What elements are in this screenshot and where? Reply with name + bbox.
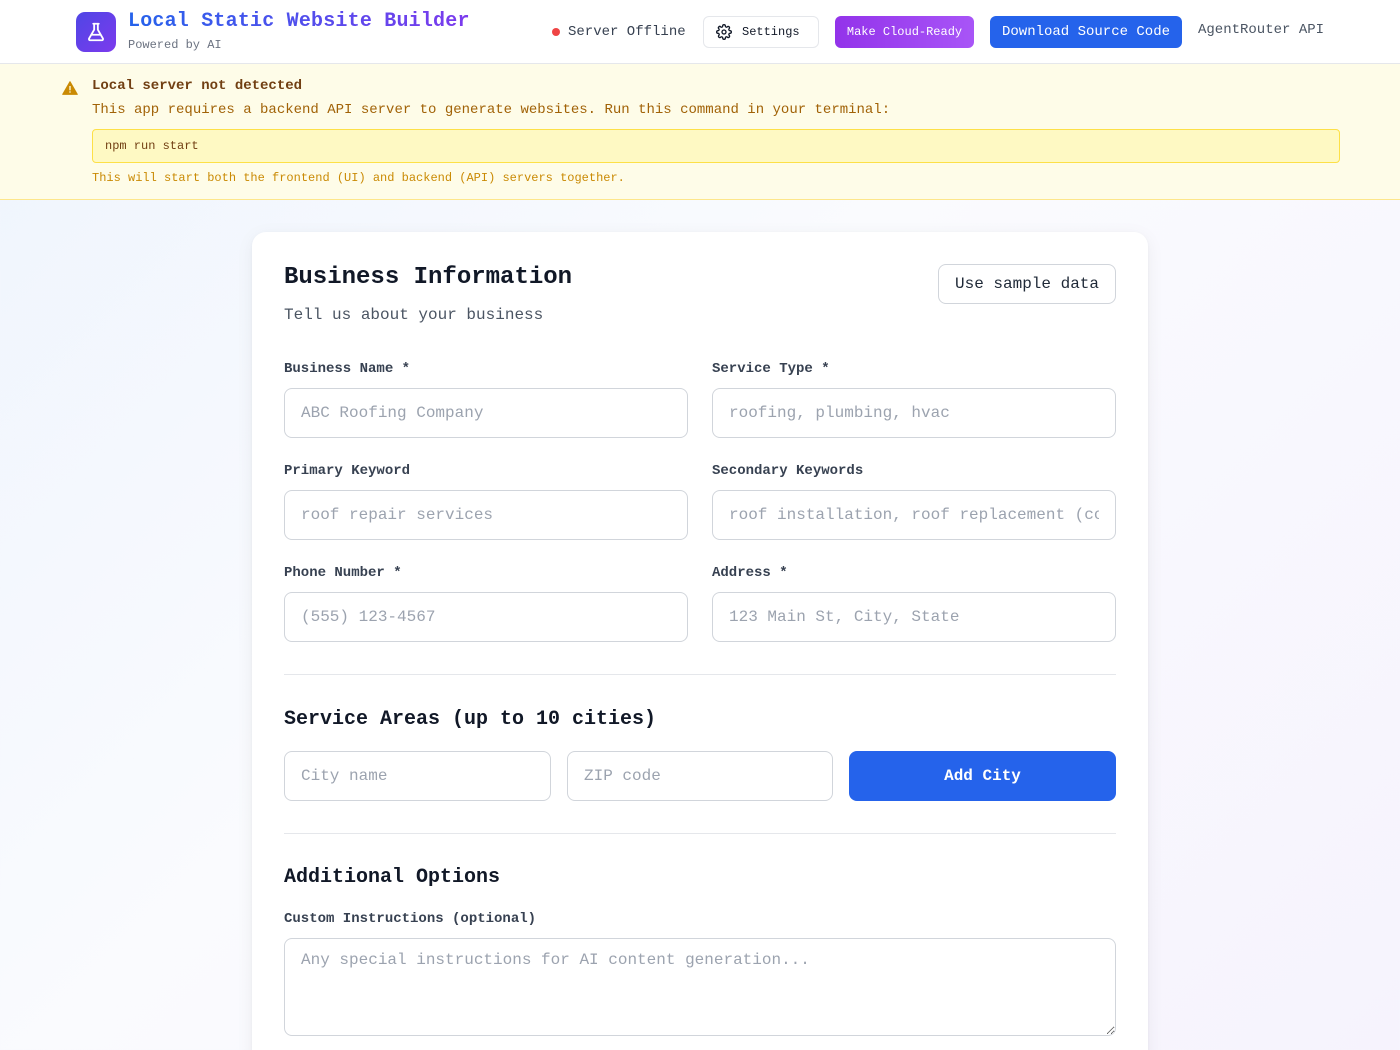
- secondary-keywords-label: Secondary Keywords: [712, 463, 864, 479]
- add-city-button[interactable]: Add City: [849, 751, 1116, 801]
- command-code-box[interactable]: npm run start: [92, 129, 1340, 163]
- app-logo: [76, 12, 116, 52]
- section-divider: [284, 674, 1116, 675]
- business-info-card: Business Information Tell us about your …: [252, 232, 1148, 1050]
- banner-message: This app requires a backend API server t…: [92, 102, 891, 118]
- secondary-keywords-input[interactable]: [712, 490, 1116, 540]
- custom-instructions-label: Custom Instructions (optional): [284, 911, 537, 927]
- download-source-button[interactable]: Download Source Code: [990, 16, 1182, 48]
- phone-number-input[interactable]: [284, 592, 688, 642]
- service-type-label: Service Type *: [712, 361, 830, 377]
- card-subtitle: Tell us about your business: [284, 306, 544, 324]
- address-label: Address *: [712, 565, 788, 581]
- settings-button[interactable]: Settings: [703, 16, 819, 48]
- additional-options-title: Additional Options: [284, 866, 501, 889]
- section-divider: [284, 833, 1116, 834]
- server-warning-banner: Local server not detected This app requi…: [0, 64, 1400, 200]
- use-sample-data-button[interactable]: Use sample data: [938, 264, 1116, 304]
- service-type-input[interactable]: [712, 388, 1116, 438]
- server-status: Server Offline: [552, 22, 686, 42]
- phone-number-label: Phone Number *: [284, 565, 402, 581]
- address-input[interactable]: [712, 592, 1116, 642]
- card-title: Business Information: [284, 264, 573, 291]
- primary-keyword-label: Primary Keyword: [284, 463, 411, 479]
- make-cloud-ready-button[interactable]: Make Cloud-Ready: [835, 16, 974, 48]
- status-dot-icon: [552, 28, 560, 36]
- app-subtitle: Powered by AI: [128, 38, 222, 52]
- flask-icon: [88, 22, 104, 42]
- command-text: npm run start: [105, 139, 199, 153]
- primary-keyword-input[interactable]: [284, 490, 688, 540]
- zip-code-input[interactable]: [567, 751, 833, 801]
- app-header: Local Static Website Builder Powered by …: [0, 0, 1400, 64]
- warning-icon: [62, 81, 78, 95]
- app-title: Local Static Website Builder: [128, 10, 470, 33]
- banner-title: Local server not detected: [92, 78, 303, 94]
- custom-instructions-textarea[interactable]: [284, 938, 1116, 1036]
- service-areas-title: Service Areas (up to 10 cities): [284, 708, 657, 731]
- server-status-label: Server Offline: [568, 24, 686, 40]
- banner-note: This will start both the frontend (UI) a…: [92, 171, 625, 185]
- business-name-input[interactable]: [284, 388, 688, 438]
- city-name-input[interactable]: [284, 751, 551, 801]
- settings-label: Settings: [742, 25, 800, 39]
- agentrouter-api-link[interactable]: AgentRouter API: [1198, 22, 1324, 38]
- gear-icon: [716, 24, 732, 40]
- business-name-label: Business Name *: [284, 361, 411, 377]
